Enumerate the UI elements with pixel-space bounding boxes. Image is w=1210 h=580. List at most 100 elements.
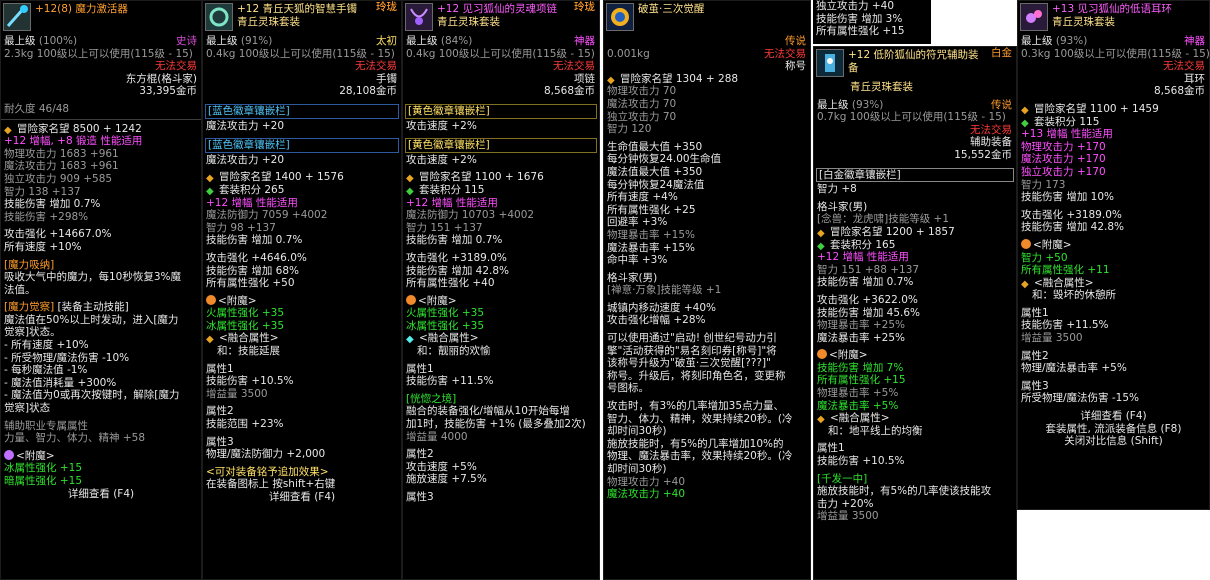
attr-header: 属性1	[406, 362, 434, 375]
rarity-label: 神器	[1184, 35, 1205, 47]
stat-line: 魔法攻击力 70	[607, 97, 677, 110]
price: 15,552金币	[954, 148, 1012, 161]
fame: 冒险家名望 1200 + 1857	[830, 225, 955, 238]
set-points: 套装积分 115	[1034, 115, 1100, 128]
level-requirement: 100级以上可以使用(115级 - 15)	[849, 111, 1006, 124]
stat-line: 城镇内移动速度 +40%	[607, 301, 716, 314]
item-type: 辅助装备	[970, 136, 1012, 149]
rarity-label: 神器	[574, 35, 595, 47]
stat-line: 技能伤害 增加 0.7%	[206, 234, 303, 247]
attr-line: 施放速度 +7.5%	[406, 473, 487, 486]
attr-header: 属性1	[817, 442, 845, 455]
stat-line: 魔法值最大值 +350	[607, 165, 703, 178]
attr-header: 属性3	[1021, 379, 1049, 392]
enchant-icon	[206, 294, 216, 305]
enchant-icon	[817, 349, 827, 360]
stat-line: 智力 98 +137	[206, 221, 276, 234]
stat-line: 攻击强化增幅 +28%	[607, 314, 706, 327]
stat-line: 独立攻击力 +40	[816, 0, 894, 12]
price: 33,395金币	[139, 85, 197, 98]
attr-header: 属性2	[206, 405, 234, 418]
enchant-header: <附魔>	[1033, 238, 1072, 251]
stat-line: 物理攻击力 +170	[1021, 140, 1106, 153]
fusion-name: 和：地平线上的均衡	[828, 424, 923, 437]
stat-line: 攻击强化 +4646.0%	[206, 251, 307, 264]
stat-line: 魔法攻击力 +40	[607, 488, 685, 501]
level-requirement: 100级以上可以使用(115级 - 15)	[1053, 47, 1210, 60]
price: 8,568金币	[543, 85, 595, 98]
desc-line: 施放技能时，有5%的几率增加10%的	[607, 437, 784, 450]
tooltip-fragment: 独立攻击力 +40 技能伤害 增加 3% 所有属性强化 +15	[813, 0, 931, 44]
stat-line: 物理攻击力 +40	[607, 475, 685, 488]
grade-label: 最上级	[206, 35, 238, 47]
attr-line: 物理/魔法暴击率 +5%	[1021, 362, 1127, 375]
weight: 0.7kg	[817, 111, 847, 124]
enchant-line: 冰属性强化 +35	[206, 319, 284, 332]
skill-desc: - 所受物理/魔法伤害 -10%	[4, 351, 130, 364]
extra-effect-hint: <可对装备铭予追加效果>	[206, 465, 329, 478]
emblem-stat: 攻击速度 +2%	[406, 153, 477, 166]
enchant-line: 火属性强化 +35	[206, 307, 284, 320]
stat-line: 回避率 +3%	[607, 216, 668, 229]
attr-line: 物理/魔法防御力 +2,000	[206, 448, 326, 461]
grade-label: 最上级	[4, 35, 36, 47]
attr-line: 攻击速度 +5%	[406, 460, 477, 473]
emblem-stat: 智力 +8	[817, 183, 857, 196]
talisman-icon	[816, 49, 844, 77]
bracelet-icon	[205, 3, 233, 31]
attr-header: 属性2	[406, 448, 434, 461]
stat-line: 物理攻击力 70	[607, 85, 677, 98]
stat-line: 智力 138 +137	[4, 185, 81, 198]
aux-attr: 力量、智力、体力、精神 +58	[4, 432, 145, 445]
item-title: +12 见习狐仙的灵魂项链	[437, 3, 557, 15]
set-name: 青丘灵珠套装	[850, 81, 913, 93]
set-name: 青丘灵珠套装	[437, 16, 500, 28]
emblem-slot: [黄色徽章镶嵌栏]	[408, 104, 490, 117]
item-tooltip-bracelet: +12 青丘天狐的智慧手镯 青丘灵珠套装 最上级 (91%) 太初 0.4kg 1…	[202, 0, 402, 580]
skill-name: [千发一中]	[817, 472, 868, 485]
attr-header: 属性2	[1021, 349, 1049, 362]
trade-status: 无法交易	[155, 60, 197, 73]
fame-icon: ◆	[206, 173, 214, 185]
compare-hint[interactable]: 关闭对比信息 (Shift)	[1018, 435, 1209, 448]
enchant-line: 物理暴击率 +5%	[817, 387, 899, 400]
detail-hint[interactable]: 详细查看 (F4)	[203, 491, 401, 504]
attr-line: 技能伤害 +10.5%	[817, 455, 905, 468]
amplify-line: +12 增幅 性能适用	[406, 196, 498, 209]
set-icon: ◆	[406, 185, 414, 197]
stat-line: 所有属性强化 +15	[816, 25, 905, 38]
attr-line: 增益量 3500	[1021, 332, 1083, 345]
detail-hint[interactable]: 详细查看 (F4)	[1018, 410, 1209, 423]
desc-line: 该称号升级为"破茧·三次觉醒[???]"	[607, 357, 771, 370]
enchant-line: 魔法暴击率 +5%	[817, 399, 899, 412]
fame-icon: ◆	[817, 227, 825, 239]
weapon-icon	[3, 3, 31, 31]
price: 28,108金币	[339, 85, 397, 98]
fusion-name: 和：毁坏的休憩所	[1032, 289, 1116, 302]
skill-desc: - 魔法值消耗量 +300%	[4, 376, 117, 389]
stat-line: 技能伤害 增加 0.7%	[4, 198, 101, 211]
item-tooltip-weapon: +12(8) 魔力激活器 最上级 (100%) 史诗 2.3kg 100级以上可以…	[0, 0, 202, 580]
fusion-name: 和：技能延展	[217, 345, 280, 358]
skill-name: [魔力觉察]	[4, 301, 55, 314]
set-info-hint[interactable]: 套装属性, 流派装备信息 (F8)	[1018, 423, 1209, 436]
skill-desc: 魔法值在50%以上时发动，进入[魔力	[4, 313, 179, 326]
fusion-name: 和：靓丽的欢愉	[417, 345, 491, 358]
weight: 0.3kg	[1021, 47, 1051, 60]
enchant-line: 暗属性强化 +15	[4, 475, 82, 487]
desc-line: 擎"活动获得的"易名刻印券[称号]"将	[607, 344, 777, 357]
emblem-grade: 白金	[991, 47, 1012, 59]
item-title: +13 见习狐仙的低语耳环	[1052, 3, 1172, 15]
desc-line: 攻击时，有3%的几率增加35点力量、	[607, 400, 785, 413]
trade-status: 无法交易	[355, 60, 397, 73]
detail-hint[interactable]: 详细查看 (F4)	[1, 488, 201, 501]
fusion-icon: ◆	[206, 334, 214, 346]
fusion-header: <融合属性>	[830, 412, 890, 425]
item-type: 项链	[574, 72, 595, 85]
item-tooltip-title: 破茧·三次觉醒 传说 0.001kg 无法交易 称号 ◆ 冒险家名望 1304 + …	[603, 0, 811, 580]
emblem-stat: 攻击速度 +2%	[406, 119, 477, 132]
stat-line: 智力 151 +88 +137	[817, 263, 920, 276]
stat-line: 技能伤害 增加 45.6%	[817, 306, 921, 319]
fame: 冒险家名望 8500 + 1242	[17, 122, 142, 135]
stat-line: 智力 173	[1021, 178, 1066, 191]
